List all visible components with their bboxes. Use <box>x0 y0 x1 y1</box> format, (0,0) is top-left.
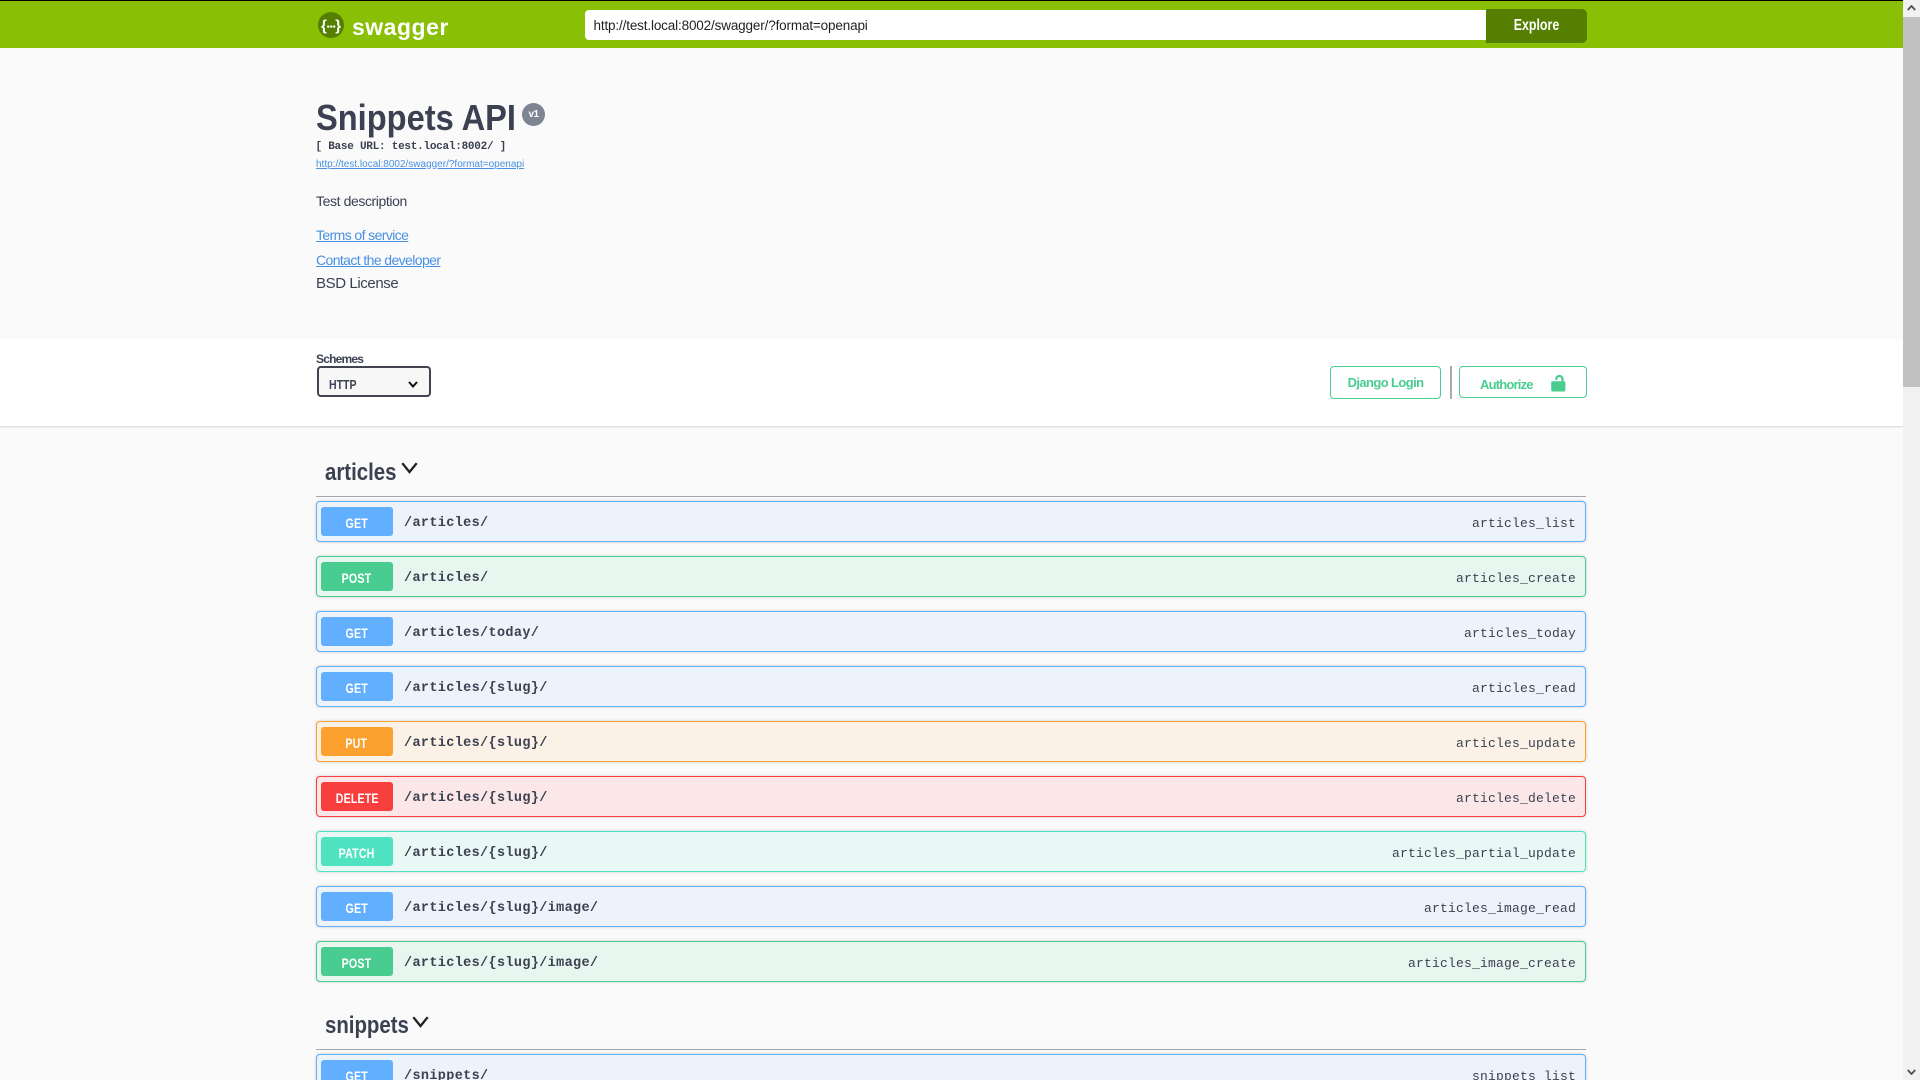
svg-text:}: } <box>335 18 341 35</box>
svg-text:{: { <box>321 18 327 35</box>
